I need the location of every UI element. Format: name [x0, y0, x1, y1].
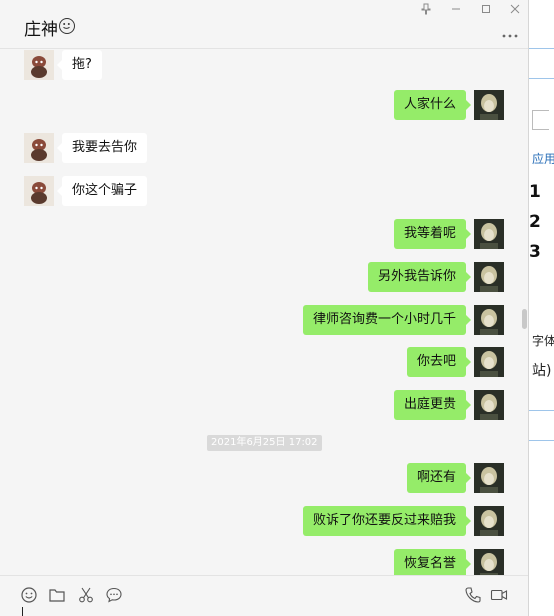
message-row: 另外我告诉你 [0, 262, 528, 292]
message-bubble[interactable]: 拖? [57, 50, 102, 80]
chat-title: 庄神 [24, 20, 58, 40]
avatar[interactable] [24, 176, 54, 206]
message-bubble[interactable]: 另外我告诉你 [367, 262, 472, 292]
avatar[interactable] [474, 305, 504, 335]
message-bubble[interactable]: 出庭更贵 [393, 390, 472, 420]
chat-bubble-icon[interactable] [104, 585, 124, 605]
avatar[interactable] [474, 506, 504, 536]
bg-text-2: 字体 [532, 334, 554, 348]
message-row: 人家什么 [0, 90, 528, 120]
message-row: 拖? [0, 50, 528, 80]
input-toolbar [0, 575, 528, 616]
message-bubble[interactable]: 你去吧 [406, 347, 472, 377]
message-bubble[interactable]: 我等着呢 [393, 219, 472, 249]
message-bubble[interactable]: 我要去告你 [56, 133, 148, 163]
message-bubble[interactable]: 啊还有 [406, 463, 472, 493]
message-bubble[interactable]: 恢复名誉 [393, 549, 472, 575]
avatar[interactable] [24, 133, 54, 163]
message-bubble[interactable]: 律师咨询费一个小时几千 [302, 305, 472, 335]
maximize-icon[interactable] [478, 2, 494, 16]
bg-number-1: 1 [529, 182, 541, 202]
message-row: 你去吧 [0, 347, 528, 377]
message-list[interactable]: 拖? 人家什么 我要去告你 你这个骗子 我等着呢 另外我告诉你 律师咨询费一个小… [0, 49, 528, 575]
divider [529, 410, 554, 411]
message-bubble[interactable]: 败诉了你还要反过来赔我 [302, 506, 472, 536]
avatar[interactable] [474, 219, 504, 249]
avatar[interactable] [474, 463, 504, 493]
avatar[interactable] [474, 347, 504, 377]
avatar[interactable] [474, 262, 504, 292]
text-input-edge [532, 110, 549, 130]
message-row: 恢复名誉 [0, 549, 528, 575]
avatar[interactable] [474, 549, 504, 575]
title-emoji-icon [59, 18, 75, 34]
message-timestamp: 2021年6月25日 17:02 [207, 435, 322, 451]
bg-number-2: 2 [529, 212, 541, 232]
pin-icon[interactable] [418, 2, 434, 16]
chat-window: 庄神 拖? 人家什么 我要去告你 你这个骗子 我等着呢 另外我告诉你 律师咨询费… [0, 0, 529, 616]
message-bubble[interactable]: 人家什么 [393, 90, 472, 120]
folder-icon[interactable] [47, 585, 67, 605]
emoji-icon[interactable] [19, 585, 39, 605]
avatar[interactable] [474, 90, 504, 120]
message-row: 出庭更贵 [0, 390, 528, 420]
more-icon[interactable] [501, 24, 519, 43]
bg-text-1: 应用的 [532, 152, 554, 166]
divider [529, 48, 554, 49]
divider [529, 78, 554, 79]
divider [529, 440, 554, 441]
phone-icon[interactable] [463, 585, 483, 605]
avatar[interactable] [474, 390, 504, 420]
background-app: 应用的 1 2 3 字体 站) [529, 0, 554, 616]
text-input-caret[interactable] [22, 607, 23, 616]
bg-text-3: 站) [532, 363, 552, 379]
message-row: 律师咨询费一个小时几千 [0, 305, 528, 335]
scissors-icon[interactable] [76, 585, 96, 605]
message-row: 你这个骗子 [0, 176, 528, 206]
message-bubble[interactable]: 你这个骗子 [56, 176, 148, 206]
scrollbar-thumb[interactable] [522, 309, 527, 329]
message-row: 败诉了你还要反过来赔我 [0, 506, 528, 536]
bg-number-3: 3 [529, 242, 541, 262]
message-row: 我要去告你 [0, 133, 528, 163]
minimize-icon[interactable] [448, 2, 464, 16]
close-icon[interactable] [507, 2, 523, 16]
chat-header: 庄神 [0, 0, 528, 49]
message-row: 我等着呢 [0, 219, 528, 249]
avatar[interactable] [24, 50, 54, 80]
video-icon[interactable] [489, 585, 509, 605]
message-row: 啊还有 [0, 463, 528, 493]
